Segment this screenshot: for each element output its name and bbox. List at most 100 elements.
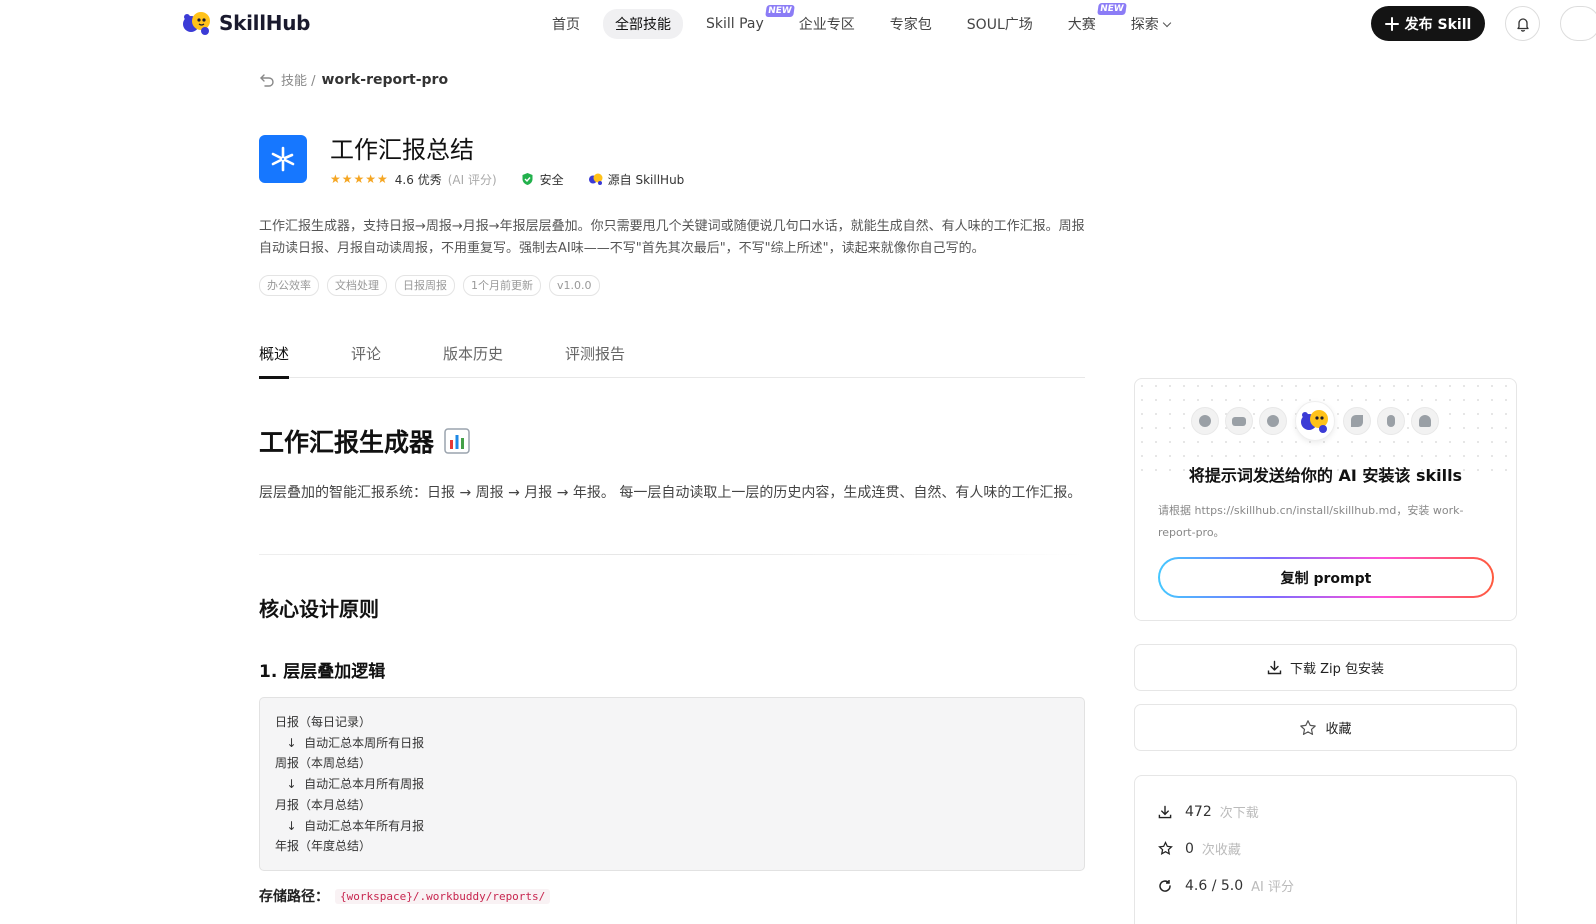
skill-title: 工作汇报总结 [330,136,474,164]
plus-icon [1384,16,1399,31]
storage-path-code: {workspace}/.workbuddy/reports/ [335,888,551,904]
code-line: 周报（本周总结） [275,756,372,771]
content-heading: 工作汇报生成器 [259,423,470,459]
favorite-button[interactable]: 收藏 [1134,704,1517,751]
divider [259,554,1085,555]
nav-item-explore[interactable]: 探索 [1119,9,1182,39]
install-hint: 请根据 https://skillhub.cn/install/skillhub… [1158,504,1464,539]
agent-icon [1411,407,1439,435]
nav-item-enterprise[interactable]: 企业专区 [787,9,867,39]
nav-item-home[interactable]: 首页 [540,9,592,39]
tag[interactable]: 办公效率 [259,275,319,296]
nav-label: 专家包 [889,17,932,33]
main-nav: 首页 全部技能 Skill Pay NEW 企业专区 专家包 SOUL广场 大赛 N… [540,3,1193,39]
code-line: ↓ 自动汇总本年所有月报 [275,818,425,833]
agent-icon [1259,407,1287,435]
tag[interactable]: 文档处理 [327,275,387,296]
bar-chart-icon [444,428,470,454]
favorites-stat: 0 次收藏 [1158,839,1241,858]
nav-label: SOUL广场 [966,17,1033,33]
content-heading-text: 工作汇报生成器 [259,428,435,457]
user-menu-button[interactable] [1560,6,1596,41]
code-line: ↓ 自动汇总本周所有日报 [275,735,425,750]
download-zip-button[interactable]: 下载 Zip 包安装 [1134,644,1517,691]
detail-tabs: 概述 评论 版本历史 评测报告 [259,340,1085,379]
notification-button[interactable] [1505,6,1540,41]
favorites-unit: 次收藏 [1201,843,1241,858]
refresh-icon [1159,879,1171,892]
nav-label: 探索 [1130,17,1159,33]
sparkle-icon [271,146,295,172]
publish-skill-button[interactable]: 发布 Skill [1371,6,1485,41]
chevron-down-icon [1162,18,1171,28]
skill-meta: ★★★★★ 4.6 优秀 (AI 评分) 安全 源自 SkillHub [330,171,684,187]
downloads-stat: 472 次下载 [1158,802,1259,821]
tab-version-history[interactable]: 版本历史 [443,340,503,378]
nav-item-all-skills[interactable]: 全部技能 [603,9,683,39]
tab-overview[interactable]: 概述 [259,340,290,379]
nav-item-expert-pack[interactable]: 专家包 [878,9,944,39]
download-zip-label: 下载 Zip 包安装 [1289,662,1385,677]
download-icon [1267,660,1282,675]
back-arrow-icon[interactable] [259,73,275,87]
download-icon [1158,805,1172,818]
downloads-count: 472 [1185,803,1212,820]
agent-icon [1191,407,1219,435]
top-navigation: SkillHub 首页 全部技能 Skill Pay NEW 企业专区 专家包 S… [0,0,1596,46]
skillhub-origin-icon [588,173,603,185]
downloads-unit: 次下载 [1219,806,1259,821]
subsection-heading: 1. 层层叠加逻辑 [259,662,386,682]
copy-prompt-label: 复制 prompt [1160,559,1492,596]
safety-label: 安全 [539,172,564,187]
nav-label: 首页 [552,17,580,33]
star-outline-icon [1300,719,1317,735]
favorites-count: 0 [1185,840,1194,857]
breadcrumb-current: work-report-pro [321,71,449,88]
copy-prompt-button[interactable]: 复制 prompt [1158,557,1494,598]
rating-text: 4.6 优秀 [394,172,442,187]
tab-comments[interactable]: 评论 [351,340,381,378]
nav-label: 企业专区 [798,17,855,33]
skill-description: 工作汇报生成器，支持日报→周报→月报→年报层层叠加。你只需要甩几个关键词或随便说… [259,219,1085,256]
version-tag: v1.0.0 [549,275,600,296]
agent-icon [1225,407,1253,435]
skillhub-agent-icon [1295,401,1335,441]
publish-label: 发布 Skill [1404,16,1472,33]
install-card: 将提示词发送给你的 AI 安装该 skills 请根据 https://skil… [1134,378,1517,621]
nav-label: Skill Pay [706,16,764,32]
code-block: 日报（每日记录） ↓ 自动汇总本周所有日报 周报（本周总结） ↓ 自动汇总本月所… [259,697,1085,871]
code-line: 日报（每日记录） [275,715,372,729]
score-stat: 4.6 / 5.0 AI 评分 [1158,876,1294,895]
nav-item-skill-pay[interactable]: Skill Pay NEW [694,5,795,37]
breadcrumb: 技能 / work-report-pro [259,70,448,89]
shield-check-icon [522,173,533,185]
breadcrumb-parent[interactable]: 技能 / [281,70,316,89]
score-unit: AI 评分 [1251,880,1295,895]
agent-icon [1377,407,1405,435]
section-heading: 核心设计原则 [259,597,379,621]
agent-icon-row [1191,401,1439,441]
brand-name: SkillHub [219,11,311,35]
content-intro: 层层叠加的智能汇报系统：日报 → 周报 → 月报 → 年报。 每一层自动读取上一… [259,485,1082,501]
code-line: 年报（年度总结） [275,839,372,854]
storage-label: 存储路径： [259,889,329,905]
tag[interactable]: 日报周报 [395,275,455,296]
nav-item-soul-square[interactable]: SOUL广场 [955,9,1045,39]
skillhub-logo-icon [183,12,210,35]
score-value: 4.6 / 5.0 [1185,877,1244,894]
rating-source: (AI 评分) [447,172,497,187]
rating-stars: ★★★★★ [330,172,389,186]
code-line: 月报（本月总结） [275,797,372,812]
storage-path-row: 存储路径： {workspace}/.workbuddy/reports/ [259,886,551,906]
agent-icon [1343,407,1371,435]
brand-logo[interactable]: SkillHub [181,9,310,37]
updated-tag: 1个月前更新 [463,275,541,296]
skill-app-icon [259,135,307,183]
tag-list: 办公效率 文档处理 日报周报 1个月前更新 v1.0.0 [259,275,600,296]
favorite-label: 收藏 [1325,722,1352,737]
nav-label: 大赛 [1067,17,1096,33]
nav-label: 全部技能 [615,17,671,33]
code-line: ↓ 自动汇总本月所有周报 [275,777,425,792]
nav-item-contest[interactable]: 大赛 NEW [1056,3,1127,39]
tab-evaluation-report[interactable]: 评测报告 [565,340,625,378]
